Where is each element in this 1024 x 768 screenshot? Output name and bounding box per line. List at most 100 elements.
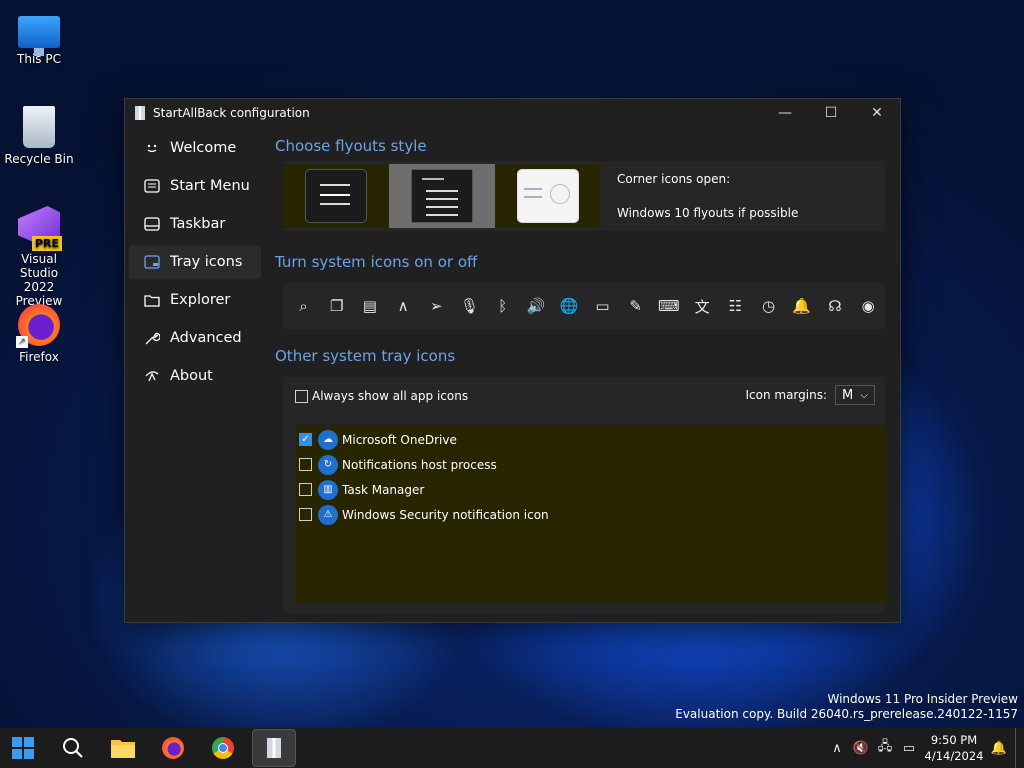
accessibility-icon[interactable]: ☷	[719, 290, 752, 323]
chevron-down-icon: ⌵	[860, 389, 868, 401]
list-item[interactable]: ⚠ Windows Security notification icon	[295, 502, 887, 527]
notifications-host-icon: ↻	[318, 454, 338, 475]
sidebar-item-label: Taskbar	[170, 216, 226, 232]
notification-bell-icon[interactable]: 🔔	[785, 290, 818, 323]
icon-margins-label: Icon margins:	[745, 388, 827, 402]
chrome-button[interactable]	[202, 730, 244, 766]
clock[interactable]: 9:50 PM 4/14/2024	[921, 732, 987, 764]
monitor-icon	[18, 16, 60, 56]
system-icon-toggle-row: ⌕ ❐ ▤ ∧ ➢ 🎙 ᛒ 🔊 🌐 ▭ ✎ ⌨ 文 ☷ ◷ 🔔 ☊ ◉	[283, 283, 885, 329]
battery-unavailable-icon[interactable]: ▭	[897, 741, 921, 756]
always-show-checkbox[interactable]	[295, 389, 308, 403]
title-bar[interactable]: StartAllBack configuration — ☐ ✕	[125, 99, 900, 127]
list-item[interactable]: ✓ ☁ Microsoft OneDrive	[295, 427, 887, 452]
desktop-icon-label: Firefox	[19, 350, 59, 364]
section-title-flyouts: Choose flyouts style	[275, 137, 427, 155]
chevron-up-icon[interactable]: ∧	[825, 741, 849, 756]
desktop-icon-recycle-bin[interactable]: Recycle Bin	[4, 106, 74, 166]
flyout-option-windows11[interactable]	[283, 164, 389, 228]
always-show-checkbox-row[interactable]: Always show all app icons	[295, 389, 468, 403]
clock-time: 9:50 PM	[930, 733, 978, 747]
tray-item-label: Microsoft OneDrive	[342, 432, 457, 447]
startallback-window: StartAllBack configuration — ☐ ✕ Welcome…	[124, 98, 901, 623]
startallback-button[interactable]	[252, 729, 296, 767]
flyout-preview-light	[517, 169, 579, 223]
volume-icon[interactable]: 🔊	[520, 290, 553, 323]
task-view-icon[interactable]: ❐	[320, 290, 353, 323]
pre-badge: PRE	[31, 236, 62, 251]
microphone-icon[interactable]: 🎙	[453, 290, 486, 323]
minimize-button[interactable]: —	[762, 99, 808, 127]
battery-icon[interactable]: ▭	[586, 290, 619, 323]
tray-item-checkbox[interactable]	[299, 458, 312, 471]
content-pane: Choose flyouts style Corner icons open: …	[275, 131, 887, 613]
network-icon[interactable]: 🖧	[873, 737, 897, 759]
flyout-style-selector: Corner icons open: Windows 10 flyouts if…	[283, 161, 885, 231]
copilot-icon[interactable]: ☊	[819, 290, 852, 323]
search-icon	[63, 738, 83, 758]
keyboard-icon[interactable]: ⌨	[652, 290, 685, 323]
sidebar-item-label: About	[170, 368, 213, 384]
tray-item-checkbox[interactable]	[299, 508, 312, 521]
pen-icon[interactable]: ✎	[619, 290, 652, 323]
recycle-bin-icon	[23, 106, 55, 148]
sidebar: Welcome Start Menu Taskbar Tray icons Ex…	[129, 131, 261, 397]
tray-icon-list: ✓ ☁ Microsoft OneDrive ↻ Notifications host …	[295, 425, 887, 603]
clock-icon[interactable]: ◷	[752, 290, 785, 323]
maximize-button[interactable]: ☐	[808, 99, 854, 127]
desktop-icon-this-pc[interactable]: This PC	[4, 10, 74, 66]
sidebar-item-label: Start Menu	[170, 178, 250, 194]
sidebar-item-about[interactable]: About	[129, 359, 261, 393]
language-icon[interactable]: 文	[686, 290, 719, 323]
firefox-button[interactable]	[152, 730, 194, 766]
eye-icon[interactable]: ◉	[852, 290, 885, 323]
icon-margins-value: M	[842, 387, 854, 403]
sidebar-item-label: Advanced	[170, 330, 242, 346]
sidebar-item-label: Welcome	[170, 140, 237, 156]
search-icon[interactable]: ⌕	[287, 290, 320, 323]
list-item[interactable]: ▥ Task Manager	[295, 477, 887, 502]
show-desktop-button[interactable]	[1015, 728, 1024, 768]
tray-item-label: Task Manager	[342, 482, 425, 497]
volume-muted-icon[interactable]: 🔇	[849, 741, 873, 756]
tray-item-checkbox[interactable]: ✓	[299, 433, 312, 446]
icon-margins-control: Icon margins: M ⌵	[745, 385, 875, 405]
sidebar-item-tray-icons[interactable]: Tray icons	[129, 245, 261, 279]
close-button[interactable]: ✕	[854, 99, 900, 127]
start-button[interactable]	[2, 730, 44, 766]
file-explorer-button[interactable]	[102, 730, 144, 766]
sidebar-item-start-menu[interactable]: Start Menu	[129, 169, 261, 203]
bluetooth-icon[interactable]: ᛒ	[486, 290, 519, 323]
icon-margins-select[interactable]: M ⌵	[835, 385, 875, 405]
network-globe-icon[interactable]: 🌐	[553, 290, 586, 323]
windows-logo-icon	[12, 737, 34, 759]
widgets-icon[interactable]: ▤	[353, 290, 386, 323]
chevron-up-icon[interactable]: ∧	[387, 290, 420, 323]
flyout-option-windows7[interactable]	[495, 164, 601, 228]
section-title-system-icons: Turn system icons on or off	[275, 253, 478, 271]
folder-icon	[143, 291, 161, 309]
sidebar-item-label: Explorer	[170, 292, 231, 308]
desktop-icon-firefox[interactable]: ↗ Firefox	[4, 304, 74, 364]
watermark-line-2: Evaluation copy. Build 26040.rs_prerelea…	[675, 707, 1018, 721]
location-icon[interactable]: ➢	[420, 290, 453, 323]
sidebar-item-taskbar[interactable]: Taskbar	[129, 207, 261, 241]
tray-item-checkbox[interactable]	[299, 483, 312, 496]
about-icon	[143, 367, 161, 385]
firefox-icon: ↗	[16, 304, 60, 348]
window-title: StartAllBack configuration	[153, 106, 310, 120]
notification-bell-icon[interactable]: 🔔	[987, 741, 1011, 756]
sidebar-item-advanced[interactable]: Advanced	[129, 321, 261, 355]
sidebar-item-welcome[interactable]: Welcome	[129, 131, 261, 165]
chrome-icon	[212, 737, 234, 759]
onedrive-icon: ☁	[318, 429, 338, 450]
search-button[interactable]	[52, 730, 94, 766]
sidebar-item-explorer[interactable]: Explorer	[129, 283, 261, 317]
tray-icon	[143, 253, 161, 271]
other-tray-panel: Always show all app icons Icon margins: …	[283, 377, 887, 613]
desktop-icon-visual-studio[interactable]: PRE Visual Studio 2022 Preview	[4, 206, 74, 308]
list-item[interactable]: ↻ Notifications host process	[295, 452, 887, 477]
flyout-option-windows10[interactable]	[389, 164, 495, 228]
clock-date: 4/14/2024	[924, 749, 984, 763]
startallback-app-icon	[267, 738, 281, 758]
